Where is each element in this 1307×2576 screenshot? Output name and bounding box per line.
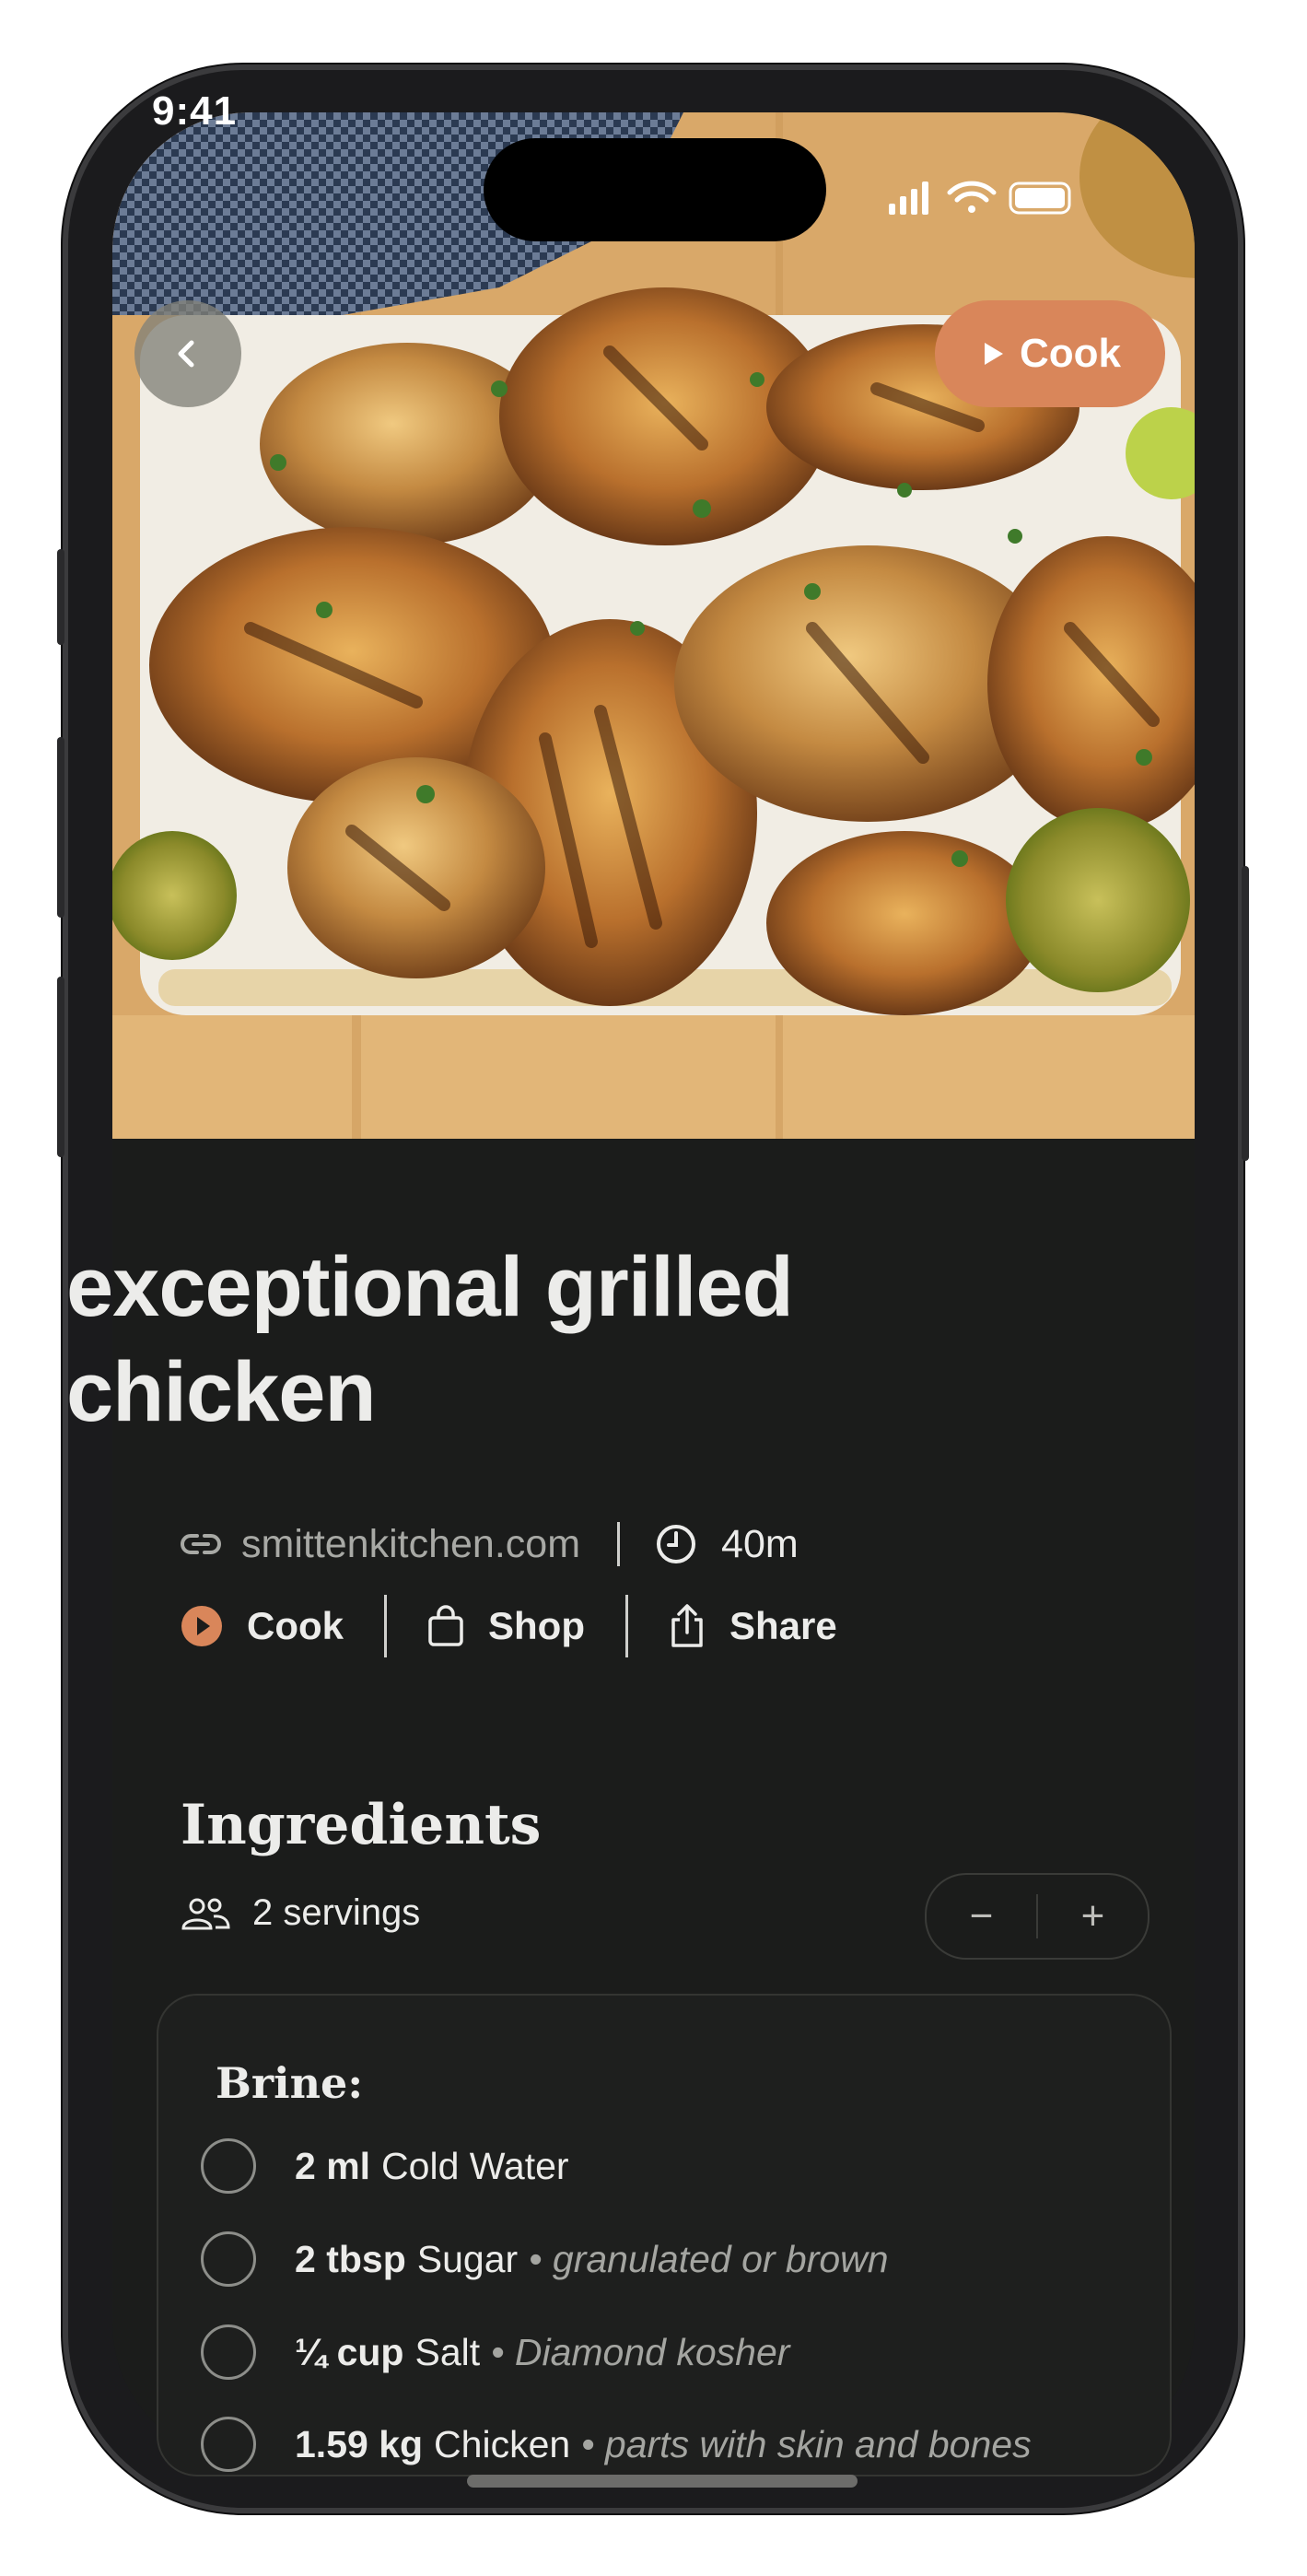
ingredient-quantity: 1.59 kg bbox=[295, 2422, 424, 2465]
people-icon bbox=[181, 1898, 230, 1929]
wifi-icon bbox=[947, 181, 997, 213]
ingredient-name: Cold Water bbox=[381, 2144, 569, 2187]
ingredient-name: Sugar bbox=[416, 2237, 519, 2280]
status-time: 9:41 bbox=[152, 88, 238, 134]
share-action-label: Share bbox=[729, 1604, 837, 1647]
chevron-left-icon bbox=[178, 340, 194, 368]
ingredient-quantity: 2 ml bbox=[295, 2144, 371, 2187]
divider bbox=[624, 1595, 628, 1657]
clock-icon bbox=[657, 1525, 696, 1563]
ingredient-quantity: 2 tbsp bbox=[295, 2237, 406, 2280]
play-circle-icon bbox=[181, 1606, 222, 1646]
source-link[interactable]: smittenkitchen.com bbox=[241, 1522, 580, 1567]
cook-action[interactable]: Cook bbox=[181, 1604, 344, 1648]
battery-icon bbox=[1009, 181, 1071, 215]
cook-button-label: Cook bbox=[1020, 331, 1121, 376]
ingredient-note: • granulated or brown bbox=[529, 2237, 889, 2280]
servings: 2 servings bbox=[181, 1892, 420, 1934]
home-indicator[interactable] bbox=[467, 2475, 858, 2488]
power-button bbox=[1242, 866, 1249, 1161]
link-icon bbox=[181, 1534, 221, 1554]
cook-action-label: Cook bbox=[247, 1604, 344, 1647]
recipe-title: exceptional grilled chicken bbox=[66, 1240, 794, 1439]
ingredient-checkbox[interactable] bbox=[201, 2231, 256, 2287]
volume-up-button bbox=[57, 737, 64, 918]
dynamic-island bbox=[484, 138, 826, 241]
ingredient-quantity: ¼ cup bbox=[295, 2330, 404, 2373]
plus-icon: + bbox=[1080, 1893, 1105, 1938]
ingredient-checkbox[interactable] bbox=[201, 2138, 256, 2194]
cook-time: 40m bbox=[721, 1521, 799, 1566]
recipe-meta: smittenkitchen.com 40m bbox=[181, 1518, 799, 1570]
play-icon bbox=[985, 343, 1003, 365]
shopping-bag-icon bbox=[428, 1605, 463, 1646]
ingredient-group-title: Brine: bbox=[216, 2058, 364, 2108]
servings-label: 2 servings bbox=[252, 1892, 421, 1933]
servings-stepper: − + bbox=[925, 1873, 1149, 1960]
ingredient-name: Salt bbox=[414, 2330, 481, 2373]
ingredient-note: • parts with skin and bones bbox=[581, 2422, 1032, 2465]
action-row: Cook Shop Share bbox=[181, 1594, 837, 1658]
share-action[interactable]: Share bbox=[669, 1603, 837, 1649]
divider bbox=[617, 1522, 621, 1566]
cook-button[interactable]: Cook bbox=[935, 300, 1165, 407]
ingredient-note: • Diamond kosher bbox=[491, 2330, 790, 2373]
ingredient-checkbox[interactable] bbox=[201, 2417, 256, 2472]
shop-action[interactable]: Shop bbox=[427, 1604, 585, 1648]
action-button bbox=[57, 549, 64, 645]
ingredient-item[interactable]: 2 ml Cold Water bbox=[201, 2136, 569, 2196]
ingredients-title: Ingredients bbox=[181, 1793, 542, 1857]
ingredient-item[interactable]: 1.59 kg Chicken • parts with skin and bo… bbox=[201, 2414, 1032, 2475]
ingredient-name: Chicken bbox=[434, 2422, 571, 2465]
shop-action-label: Shop bbox=[488, 1604, 585, 1647]
recipe-hero-image bbox=[112, 112, 1195, 1139]
minus-icon: − bbox=[969, 1893, 994, 1938]
back-button[interactable] bbox=[134, 300, 241, 407]
ingredient-item[interactable]: 2 tbsp Sugar • granulated or brown bbox=[201, 2229, 889, 2289]
decrease-servings-button[interactable]: − bbox=[927, 1875, 1036, 1958]
ingredient-item[interactable]: ¼ cup Salt • Diamond kosher bbox=[201, 2322, 789, 2383]
signal-icon bbox=[889, 181, 928, 215]
share-icon bbox=[671, 1604, 703, 1647]
status-icons bbox=[889, 181, 1071, 215]
increase-servings-button[interactable]: + bbox=[1038, 1875, 1148, 1958]
divider bbox=[384, 1595, 387, 1657]
ingredient-checkbox[interactable] bbox=[201, 2324, 256, 2380]
volume-down-button bbox=[57, 977, 64, 1157]
